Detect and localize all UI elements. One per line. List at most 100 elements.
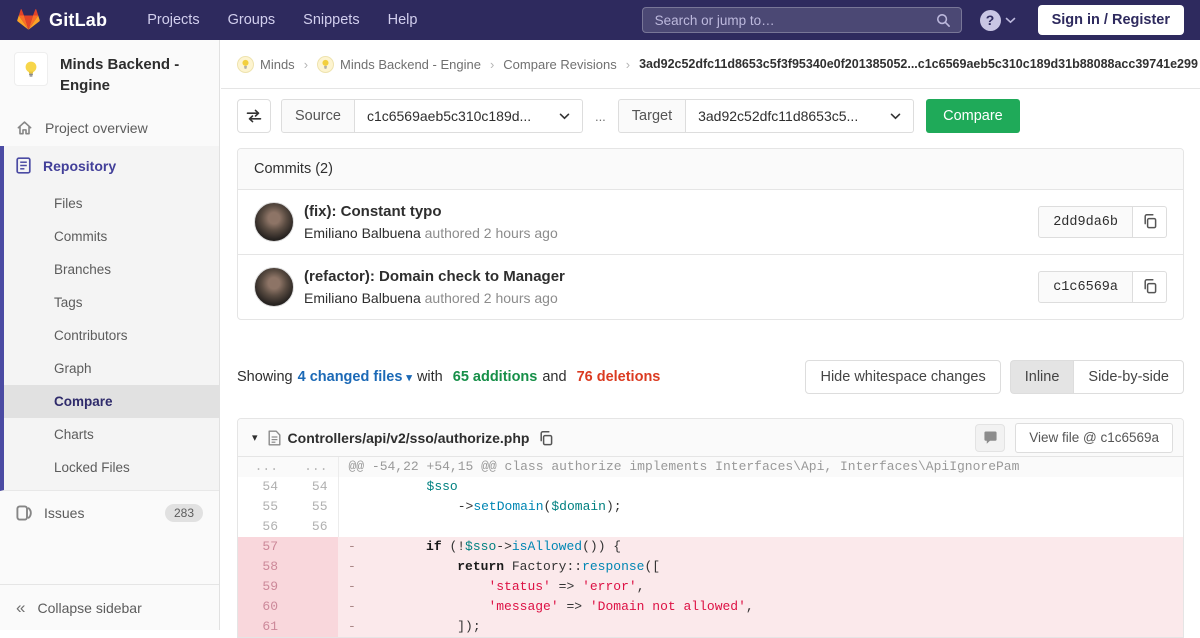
brand-title: GitLab bbox=[49, 10, 107, 31]
toggle-comments-button[interactable] bbox=[975, 424, 1005, 452]
project-header[interactable]: Minds Backend - Engine bbox=[0, 40, 219, 110]
commit-title-link[interactable]: (fix): Constant typo bbox=[304, 203, 1038, 220]
changed-files-dropdown[interactable]: 4 changed files ▾ bbox=[298, 369, 412, 385]
commit-sha-group: 2dd9da6b bbox=[1038, 206, 1167, 238]
help-menu[interactable]: ? bbox=[980, 10, 1016, 31]
nav-link-snippets[interactable]: Snippets bbox=[291, 6, 371, 34]
diff-old-line-number[interactable]: 61 bbox=[238, 617, 288, 637]
sign-in-register-button[interactable]: Sign in / Register bbox=[1038, 5, 1184, 35]
copy-path-icon[interactable] bbox=[538, 430, 554, 446]
sidebar-item-project-overview[interactable]: Project overview bbox=[0, 110, 219, 146]
diff-old-line-number[interactable]: 60 bbox=[238, 597, 288, 617]
target-ref-dropdown[interactable]: 3ad92c52dfc11d8653c5... bbox=[686, 99, 914, 133]
side-by-side-view-button[interactable]: Side-by-side bbox=[1073, 360, 1184, 394]
code-segment bbox=[364, 559, 458, 574]
global-search[interactable] bbox=[642, 7, 962, 33]
diff-new-line-number[interactable]: 55 bbox=[288, 497, 338, 517]
and-label: and bbox=[542, 369, 566, 385]
diff-new-line-number[interactable]: 54 bbox=[288, 477, 338, 497]
source-label: Source bbox=[281, 99, 355, 133]
commit-title-link[interactable]: (refactor): Domain check to Manager bbox=[304, 268, 1038, 285]
sidebar-item-locked-files[interactable]: Locked Files bbox=[4, 451, 219, 484]
diff-code: - 'message' => 'Domain not allowed', bbox=[338, 597, 1183, 617]
sidebar-item-commits[interactable]: Commits bbox=[4, 220, 219, 253]
diff-old-line-number[interactable]: 56 bbox=[238, 517, 288, 537]
collapse-file-caret-icon[interactable]: ▾ bbox=[252, 431, 258, 444]
code-segment bbox=[364, 579, 489, 594]
sidebar-item-tags[interactable]: Tags bbox=[4, 286, 219, 319]
breadcrumb: Minds›Minds Backend - Engine›Compare Rev… bbox=[221, 40, 1200, 89]
top-navbar: GitLab ProjectsGroupsSnippetsHelp ? Sign… bbox=[0, 0, 1200, 40]
breadcrumb-item-minds[interactable]: Minds bbox=[237, 56, 295, 73]
diff-old-line-number[interactable]: 57 bbox=[238, 537, 288, 557]
gitlab-logo-icon bbox=[16, 8, 41, 32]
search-icon bbox=[936, 13, 951, 28]
code-segment: => bbox=[559, 599, 590, 614]
nav-link-help[interactable]: Help bbox=[376, 6, 430, 34]
diff-new-line-number[interactable] bbox=[288, 537, 338, 557]
code-segment: (! bbox=[442, 539, 465, 554]
breadcrumb-item-label: Compare Revisions bbox=[503, 57, 616, 72]
help-icon: ? bbox=[980, 10, 1001, 31]
sidebar-item-contributors[interactable]: Contributors bbox=[4, 319, 219, 352]
diff-new-line-number[interactable] bbox=[288, 617, 338, 637]
search-input[interactable] bbox=[653, 12, 936, 29]
hide-whitespace-button[interactable]: Hide whitespace changes bbox=[805, 360, 1000, 394]
diff-line: 5555 ->setDomain($domain); bbox=[238, 497, 1183, 517]
diff-old-line-number[interactable]: 55 bbox=[238, 497, 288, 517]
diff-new-line-number[interactable]: 56 bbox=[288, 517, 338, 537]
swap-revisions-button[interactable] bbox=[237, 99, 271, 133]
primary-nav: ProjectsGroupsSnippetsHelp bbox=[135, 6, 429, 34]
nav-link-groups[interactable]: Groups bbox=[216, 6, 288, 34]
diff-new-line-number[interactable]: ... bbox=[288, 457, 338, 477]
copy-sha-button[interactable] bbox=[1133, 206, 1167, 238]
sidebar-item-label: Issues bbox=[44, 505, 153, 521]
commit-author-link[interactable]: Emiliano Balbuena bbox=[304, 225, 421, 241]
diff-old-line-number[interactable]: 54 bbox=[238, 477, 288, 497]
diff-new-line-number[interactable] bbox=[288, 597, 338, 617]
sidebar-item-files[interactable]: Files bbox=[4, 187, 219, 220]
inline-view-button[interactable]: Inline bbox=[1010, 360, 1074, 394]
sidebar-item-compare[interactable]: Compare bbox=[4, 385, 219, 418]
gitlab-brand[interactable]: GitLab bbox=[16, 8, 107, 32]
compare-button[interactable]: Compare bbox=[926, 99, 1020, 133]
commit-row: (refactor): Domain check to Manager Emili… bbox=[238, 254, 1183, 319]
commit-meta: Emiliano Balbuena authored 2 hours ago bbox=[304, 225, 1038, 241]
diff-marker bbox=[349, 499, 365, 514]
double-chevron-left-icon: « bbox=[16, 599, 25, 616]
diff-old-line-number[interactable]: ... bbox=[238, 457, 288, 477]
sidebar-item-branches[interactable]: Branches bbox=[4, 253, 219, 286]
diff-old-line-number[interactable]: 58 bbox=[238, 557, 288, 577]
diff-old-line-number[interactable]: 59 bbox=[238, 577, 288, 597]
issues-icon bbox=[16, 505, 32, 521]
code-segment: , bbox=[746, 599, 754, 614]
sidebar-item-repository[interactable]: Repository bbox=[4, 146, 219, 185]
compare-revisions-form: Source c1c6569aeb5c310c189d... ... Targe… bbox=[237, 99, 1184, 133]
diff-new-line-number[interactable] bbox=[288, 557, 338, 577]
commit-info: (refactor): Domain check to Manager Emili… bbox=[304, 268, 1038, 306]
code-segment: 'message' bbox=[488, 599, 558, 614]
sidebar-item-charts[interactable]: Charts bbox=[4, 418, 219, 451]
commit-author-link[interactable]: Emiliano Balbuena bbox=[304, 290, 421, 306]
copy-sha-button[interactable] bbox=[1133, 271, 1167, 303]
sidebar-item-issues[interactable]: Issues 283 bbox=[0, 491, 219, 535]
diff-new-line-number[interactable] bbox=[288, 577, 338, 597]
file-diff-header: ▾ Controllers/api/v2/sso/authorize.php bbox=[238, 419, 1183, 457]
copy-icon bbox=[1142, 278, 1158, 297]
diff-line: 57- if (!$sso->isAllowed()) { bbox=[238, 537, 1183, 557]
code-segment: @@ -54,22 +54,15 @@ class authorize impl… bbox=[349, 459, 1020, 474]
diff-code: ->setDomain($domain); bbox=[338, 497, 1183, 517]
diff-line: 59- 'status' => 'error', bbox=[238, 577, 1183, 597]
breadcrumb-item-minds-backend-engine[interactable]: Minds Backend - Engine bbox=[317, 56, 481, 73]
collapse-sidebar-button[interactable]: « Collapse sidebar bbox=[0, 585, 219, 630]
sidebar-item-graph[interactable]: Graph bbox=[4, 352, 219, 385]
diff-code: @@ -54,22 +54,15 @@ class authorize impl… bbox=[338, 457, 1183, 477]
file-path[interactable]: Controllers/api/v2/sso/authorize.php bbox=[288, 430, 530, 446]
view-file-button[interactable]: View file @ c1c6569a bbox=[1015, 423, 1173, 453]
source-ref-dropdown[interactable]: c1c6569aeb5c310c189d... bbox=[355, 99, 583, 133]
file-diff-card: ▾ Controllers/api/v2/sso/authorize.php bbox=[237, 418, 1184, 638]
nav-link-projects[interactable]: Projects bbox=[135, 6, 211, 34]
repository-section: Repository FilesCommitsBranchesTagsContr… bbox=[0, 146, 219, 491]
sidebar-item-label: Repository bbox=[43, 158, 116, 174]
breadcrumb-item-compare-revisions[interactable]: Compare Revisions bbox=[503, 57, 616, 72]
